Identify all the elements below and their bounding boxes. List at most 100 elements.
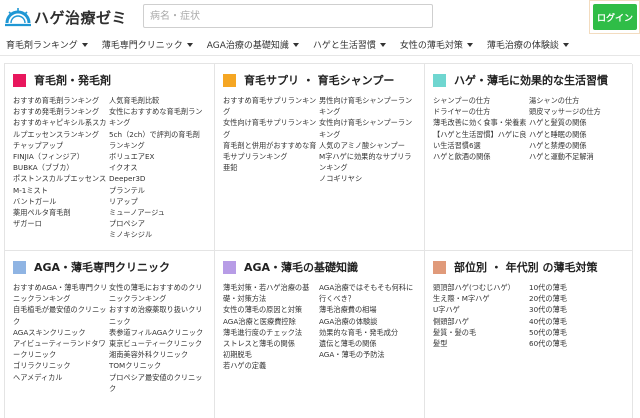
category-link[interactable]: リアップ (109, 196, 207, 207)
nav-item-women[interactable]: 女性の薄毛対策 (400, 38, 473, 51)
category-link[interactable]: ヘアメディカル (13, 372, 109, 383)
category-link[interactable]: 女性におすすめな育毛剤ランキング (109, 106, 207, 128)
category-heading[interactable]: AGA・薄毛の基礎知識 (223, 260, 416, 274)
category-link[interactable]: AGA治療と医療費控除 (223, 316, 319, 327)
category-link[interactable]: AGA治療ではそもそも何科に行くべき？ (319, 282, 417, 304)
category-heading[interactable]: ハゲ・薄毛に効果的な生活習慣 (433, 73, 624, 87)
login-button[interactable]: ログイン (593, 4, 637, 30)
category-link[interactable]: 自毛植毛が最安値のクリニック (13, 304, 109, 326)
category-link[interactable]: 40代の薄毛 (529, 316, 627, 327)
category-link[interactable]: 薄毛治療費の相場 (319, 304, 417, 315)
category-link[interactable]: M-1ミスト (13, 185, 109, 196)
category-link[interactable]: ザガーロ (13, 218, 109, 229)
category-link[interactable]: ハゲと禁煙の関係 (529, 140, 627, 151)
category-link[interactable]: ハゲと運動不足解消 (529, 151, 627, 162)
category-link[interactable]: 50代の薄毛 (529, 327, 627, 338)
category-heading[interactable]: 育毛剤・発毛剤 (13, 73, 206, 87)
category-link[interactable]: 薄毛対策・若ハゲ治療の基礎・対策方法 (223, 282, 319, 304)
category-link[interactable]: おすすめAGA・薄毛専門クリニックランキング (13, 282, 109, 304)
category-link[interactable]: 女性の薄毛の原因と対策 (223, 304, 319, 315)
category-link[interactable]: 【ハゲと生活習慣】ハゲに良い生活習慣6選 (433, 129, 529, 151)
category-link[interactable]: U字ハゲ (433, 304, 529, 315)
category-link[interactable]: ミノキシジル (109, 229, 207, 240)
link-column: おすすめAGA・薄毛専門クリニックランキング 自毛植毛が最安値のクリニック AGAス… (13, 282, 109, 394)
category-link[interactable]: プランテル (109, 185, 207, 196)
category-heading[interactable]: AGA・薄毛専門クリニック (13, 260, 206, 274)
nav-item-lifestyle[interactable]: ハゲと生活習慣 (313, 38, 386, 51)
category-link[interactable]: 20代の薄毛 (529, 293, 627, 304)
category-link[interactable]: おすすめ育毛サプリランキング (223, 95, 319, 117)
chevron-down-icon (466, 42, 473, 47)
category-link[interactable]: おすすめ治療薬取り扱いクリニック (109, 304, 207, 326)
category-link[interactable]: Deeper3D (109, 173, 207, 184)
category-link[interactable]: M字ハゲに効果的なサプリランキング (319, 151, 417, 173)
nav-item-clinic[interactable]: 薄毛専門クリニック (102, 38, 193, 51)
category-link[interactable]: AGA・薄毛の予防法 (319, 349, 417, 360)
category-link[interactable]: 初期脱毛 (223, 349, 319, 360)
category-link[interactable]: 湘南美容外科クリニック (109, 349, 207, 360)
category-link[interactable]: 男性向け育毛シャンプーランキング (319, 95, 417, 117)
category-link[interactable]: ゴリラクリニック (13, 360, 109, 371)
category-link[interactable]: 女性向け育毛サプリランキング (223, 117, 319, 139)
category-link[interactable]: 育毛剤と併用がおすすめな育毛サプリランキング (223, 140, 319, 162)
category-link[interactable]: 髪型 (433, 338, 529, 349)
category-link[interactable]: 表参道フィルAGAクリニック (109, 327, 207, 338)
category-link[interactable]: ストレスと薄毛の関係 (223, 338, 319, 349)
search-input[interactable] (143, 4, 433, 28)
category-link[interactable]: 若ハゲの定義 (223, 360, 319, 371)
category-link[interactable]: 女性向け育毛シャンプーランキング (319, 117, 417, 139)
category-link[interactable]: おすすめキャピキシル系スカルプエッセンスランキング (13, 117, 109, 139)
nav-item-experiences[interactable]: 薄毛治療の体験談 (487, 38, 569, 51)
category-link[interactable]: 生え際・M字ハゲ (433, 293, 529, 304)
category-link[interactable]: 5ch（2ch）で評判の育毛剤ランキング (109, 129, 207, 151)
category-link[interactable]: 亜鉛 (223, 162, 319, 173)
category-link[interactable]: 薬用ペルタ育毛剤 (13, 207, 109, 218)
category-link[interactable]: 遺伝と薄毛の関係 (319, 338, 417, 349)
category-link[interactable]: アイビューティーランドタワークリニック (13, 338, 109, 360)
category-link[interactable]: 人気育毛剤比較 (109, 95, 207, 106)
nav-item-aga-basics[interactable]: AGA治療の基礎知識 (207, 38, 299, 51)
category-link[interactable]: シャンプーの仕方 (433, 95, 529, 106)
category-link[interactable]: 30代の薄毛 (529, 304, 627, 315)
category-link[interactable]: 東京ビューティークリニック (109, 338, 207, 349)
category-heading[interactable]: 部位別 ・ 年代別 の薄毛対策 (433, 260, 624, 274)
category-link[interactable]: おすすめ育毛剤ランキング (13, 95, 109, 106)
nav-item-ikumouzai-ranking[interactable]: 育毛剤ランキング (6, 38, 88, 51)
category-link[interactable]: 側頭部ハゲ (433, 316, 529, 327)
category-link[interactable]: 湯シャンの仕方 (529, 95, 627, 106)
category-link[interactable]: BUBKA（ブブカ） (13, 162, 109, 173)
category-link[interactable]: ハゲと睡眠の関係 (529, 129, 627, 140)
category-link[interactable]: 薄毛改善に効く食事・栄養素 (433, 117, 529, 128)
category-link[interactable]: AGA治療の体験談 (319, 316, 417, 327)
category-link[interactable]: ミューノアージュ (109, 207, 207, 218)
link-column: AGA治療ではそもそも何科に行くべき？ 薄毛治療費の相場 AGA治療の体験談 効果的な… (319, 282, 417, 372)
category-link[interactable]: 60代の薄毛 (529, 338, 627, 349)
category-link[interactable]: チャップアップ (13, 140, 109, 151)
category-link[interactable]: FINJIA（フィンジア） (13, 151, 109, 162)
category-link[interactable]: TOMクリニック (109, 360, 207, 371)
category-link[interactable]: 効果的な育毛・発毛成分 (319, 327, 417, 338)
site-logo[interactable]: ハゲ治療ゼミ (4, 5, 127, 29)
category-link[interactable]: 頭頂部ハゲ(つむじハゲ） (433, 282, 529, 293)
category-link[interactable]: おすすめ発毛剤ランキング (13, 106, 109, 117)
category-link[interactable]: ハゲと髪質の関係 (529, 117, 627, 128)
category-link[interactable]: ポストンスカルプエッセンス (13, 173, 109, 184)
category-link[interactable]: 人気のアミノ酸シャンプー (319, 140, 417, 151)
category-link[interactable]: ハゲと飲酒の関係 (433, 151, 529, 162)
category-link[interactable]: プロペシア (109, 218, 207, 229)
category-link[interactable]: 髪質・髪の毛 (433, 327, 529, 338)
category-link[interactable]: ドライヤーの仕方 (433, 106, 529, 117)
category-link[interactable]: 頭皮マッサージの仕方 (529, 106, 627, 117)
category-link[interactable]: プロペシア最安値のクリニック (109, 372, 207, 394)
category-link[interactable]: 薄毛進行度のチェック法 (223, 327, 319, 338)
category-link[interactable]: イクオス (109, 162, 207, 173)
category-link[interactable]: 女性の薄毛におすすめのクリニックランキング (109, 282, 207, 304)
category-link[interactable]: バントガール (13, 196, 109, 207)
site-header: ハゲ治療ゼミ ログイン (0, 0, 640, 34)
category-link[interactable]: ノコギリヤシ (319, 173, 417, 184)
category-link[interactable]: AGAスキンクリニック (13, 327, 109, 338)
category-heading[interactable]: 育毛サプリ ・ 育毛シャンプー (223, 73, 416, 87)
category-square-icon (223, 73, 236, 87)
category-link[interactable]: 10代の薄毛 (529, 282, 627, 293)
category-link[interactable]: ボリュエアEX (109, 151, 207, 162)
